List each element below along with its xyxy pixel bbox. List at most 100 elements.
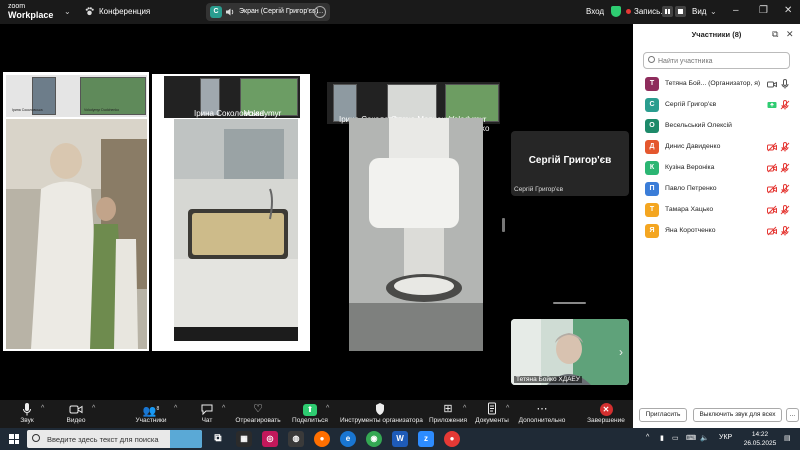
- video-tile-sergii[interactable]: Сергій Григор'єв Сергій Григор'єв: [511, 131, 629, 196]
- pause-recording-icon[interactable]: [662, 6, 673, 17]
- stop-recording-icon[interactable]: [675, 6, 686, 17]
- participant-name: Весельський Олексій: [665, 122, 732, 129]
- participants-button[interactable]: 👥8 Участники: [132, 402, 170, 424]
- conference-label[interactable]: Конференция: [99, 7, 150, 16]
- word-icon[interactable]: W: [392, 431, 408, 447]
- video-off-icon[interactable]: [767, 142, 777, 152]
- view-button[interactable]: Вид: [692, 7, 706, 16]
- participant-row[interactable]: С Сергій Григор'єв: [633, 95, 800, 116]
- title-bar: zoom Workplace ⌄ Конференция С Экран (Се…: [0, 0, 800, 24]
- popout-icon[interactable]: ⧉: [772, 29, 778, 40]
- share-chevron-icon[interactable]: ^: [326, 405, 329, 412]
- next-page-arrow-icon[interactable]: ›: [619, 345, 623, 359]
- tray-chevron-icon[interactable]: ^: [646, 434, 649, 441]
- task-view-icon[interactable]: ⧉: [210, 431, 226, 447]
- participant-row[interactable]: К Кузіна Вероніка: [633, 158, 800, 179]
- document-icon: [488, 402, 496, 415]
- zoom-taskbar-icon[interactable]: z: [418, 431, 434, 447]
- instagram-app-icon[interactable]: ◎: [262, 431, 278, 447]
- language-indicator[interactable]: УКР: [719, 434, 732, 441]
- chat-chevron-icon[interactable]: ^: [222, 405, 225, 412]
- app-icon[interactable]: ◍: [288, 431, 304, 447]
- minimize-icon[interactable]: –: [733, 5, 739, 16]
- react-button[interactable]: ♡ Отреагировать: [234, 402, 282, 424]
- screen-share-indicator[interactable]: С Экран (Сергій Григор'єв) …: [206, 3, 330, 21]
- more-button[interactable]: ⋯ Дополнительно: [514, 402, 570, 424]
- resize-handle[interactable]: [502, 218, 505, 232]
- video-off-icon[interactable]: [767, 205, 777, 215]
- clock[interactable]: 14:22 26.05.2025: [743, 430, 777, 448]
- participant-row[interactable]: Т Тетяна Бой... (Организатор, я): [633, 74, 800, 95]
- chrome-icon[interactable]: ◉: [366, 431, 382, 447]
- mic-icon[interactable]: [780, 79, 790, 89]
- video-off-icon[interactable]: [767, 163, 777, 173]
- host-tools-button[interactable]: Инструменты организатора: [340, 402, 423, 424]
- video-tile-tetiana[interactable]: Тетяна Бойко ХДАЕУ: [511, 319, 629, 385]
- video-button[interactable]: Видео: [62, 402, 90, 424]
- muted-mic-icon[interactable]: [780, 142, 790, 152]
- participant-row[interactable]: Д Динис Давиденко: [633, 137, 800, 158]
- volume-icon[interactable]: 🔈: [700, 434, 709, 442]
- video-chevron-icon[interactable]: ^: [92, 405, 95, 412]
- mute-all-button[interactable]: Выключить звук для всех: [693, 408, 782, 422]
- explorer-app-icon[interactable]: ▦: [236, 431, 252, 447]
- tile-name-small: Сергій Григор'єв: [514, 186, 564, 193]
- battery-icon[interactable]: ▭: [672, 434, 679, 442]
- app-icon[interactable]: ●: [444, 431, 460, 447]
- end-call-icon: ✕: [584, 402, 628, 416]
- heart-icon: ♡: [253, 403, 263, 415]
- edge-icon[interactable]: e: [340, 431, 356, 447]
- docs-button[interactable]: Документы: [474, 402, 510, 424]
- participant-avatar: Т: [645, 203, 659, 217]
- windows-start-icon[interactable]: [9, 434, 19, 444]
- share-button[interactable]: ⬆ Поделиться: [290, 402, 330, 424]
- microphone-tray-icon[interactable]: ▮: [660, 434, 664, 442]
- more-dots-icon: ⋯: [536, 403, 548, 415]
- network-icon[interactable]: ⌨: [686, 434, 696, 442]
- close-panel-icon[interactable]: ✕: [786, 29, 794, 40]
- paw-icon: [85, 7, 94, 16]
- apps-button[interactable]: ⊞ Приложения: [428, 402, 468, 424]
- video-off-icon[interactable]: [767, 184, 777, 194]
- muted-mic-icon[interactable]: [780, 226, 790, 236]
- app-menu-chevron-icon[interactable]: ⌄: [64, 7, 71, 16]
- shared-video-frame-3: Ірина Соколовська Олена Марченко Volodym…: [325, 82, 500, 351]
- docs-chevron-icon[interactable]: ^: [506, 405, 509, 412]
- participants-icon: 👥8: [142, 405, 160, 418]
- speaker-icon: [226, 8, 234, 16]
- muted-mic-icon[interactable]: [780, 205, 790, 215]
- chat-button[interactable]: Чат: [196, 402, 218, 424]
- tile-name-large: Сергій Григор'єв: [528, 155, 612, 166]
- more-panel-button[interactable]: ...: [786, 408, 799, 422]
- microphone-icon: [23, 403, 31, 416]
- participant-row[interactable]: Я Яна Коротченко: [633, 221, 800, 242]
- thumbnail-row: Ірина Соколовська Volodymyr Dudchenko: [164, 76, 300, 127]
- taskbar-search[interactable]: Введите здесь текст для поиска: [27, 430, 202, 448]
- close-window-icon[interactable]: ✕: [784, 5, 792, 16]
- end-button[interactable]: ✕ Завершение: [584, 402, 628, 424]
- more-options-icon[interactable]: …: [314, 6, 326, 18]
- audio-chevron-icon[interactable]: ^: [41, 405, 44, 412]
- tile-divider-handle[interactable]: [553, 302, 586, 304]
- muted-mic-icon[interactable]: [780, 184, 790, 194]
- muted-mic-icon[interactable]: [780, 100, 790, 110]
- view-chevron-icon[interactable]: ⌄: [710, 7, 717, 16]
- apps-chevron-icon[interactable]: ^: [463, 405, 466, 412]
- firefox-icon[interactable]: ●: [314, 431, 330, 447]
- participants-chevron-icon[interactable]: ^: [174, 405, 177, 412]
- participant-search[interactable]: [643, 52, 790, 69]
- muted-mic-icon[interactable]: [780, 163, 790, 173]
- video-off-icon[interactable]: [767, 226, 777, 236]
- participant-row[interactable]: О Весельський Олексій: [633, 116, 800, 137]
- search-icon: [648, 56, 655, 63]
- video-icon[interactable]: [767, 79, 777, 89]
- audio-button[interactable]: Звук: [14, 402, 40, 424]
- notifications-icon[interactable]: ▤: [784, 434, 791, 442]
- restore-icon[interactable]: ❐: [759, 5, 768, 16]
- participant-avatar: К: [645, 161, 659, 175]
- login-button[interactable]: Вход: [586, 7, 604, 16]
- invite-button[interactable]: Пригласить: [639, 408, 687, 422]
- participant-row[interactable]: П Павло Петренко: [633, 179, 800, 200]
- participant-row[interactable]: Т Тамара Хацько: [633, 200, 800, 221]
- search-input[interactable]: [658, 55, 786, 67]
